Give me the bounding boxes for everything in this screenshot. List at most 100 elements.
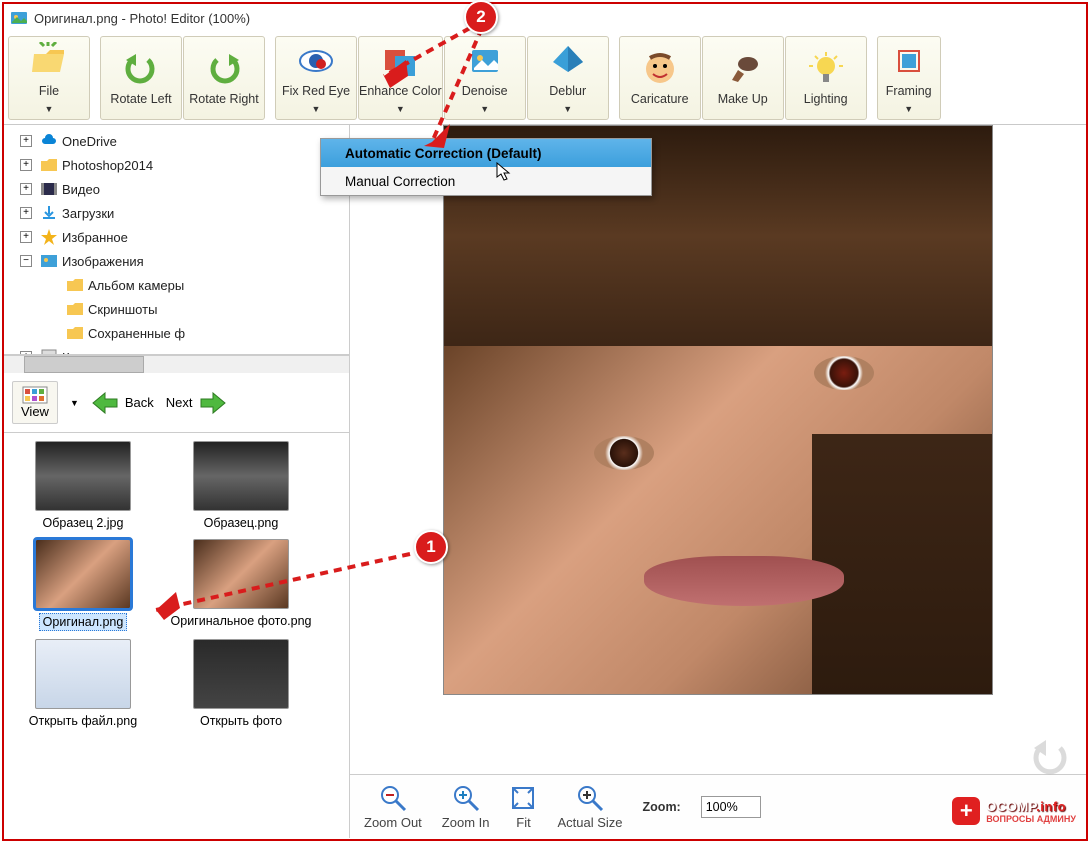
thumbnail-image <box>193 441 289 511</box>
tree-item[interactable]: + Видео <box>6 177 347 201</box>
tree-item[interactable]: + OneDrive <box>6 129 347 153</box>
thumbnail-image <box>193 639 289 709</box>
tree-label: Сохраненные ф <box>88 326 185 341</box>
rotate-left-button[interactable]: Rotate Left <box>100 36 182 120</box>
watermark: + OCOMP.info ВОПРОСЫ АДМИНУ <box>952 797 1076 825</box>
eye-icon <box>297 42 335 80</box>
tree-label: Видео <box>62 182 100 197</box>
thumbnail-item[interactable]: Оригинальное фото.png <box>166 539 316 631</box>
zoom-in-button[interactable]: Zoom In <box>442 784 490 830</box>
undo-icon <box>1028 736 1072 779</box>
image-canvas[interactable] <box>350 125 1086 774</box>
callout-badge-2: 2 <box>464 0 498 34</box>
tree-item[interactable]: + Photoshop2014 <box>6 153 347 177</box>
title-bar: Оригинал.png - Photo! Editor (100%) <box>4 4 1086 32</box>
thumbnail-item[interactable]: Открыть фото <box>166 639 316 729</box>
contacts-icon <box>40 348 58 355</box>
thumbnail-label: Оригинальное фото.png <box>168 613 315 629</box>
expander-icon[interactable]: + <box>20 207 32 219</box>
fix-red-eye-menu[interactable]: Automatic Correction (Default) Manual Co… <box>320 138 652 196</box>
chevron-down-icon: ▼ <box>45 104 54 114</box>
framing-icon <box>890 42 928 80</box>
lighting-button[interactable]: Lighting <box>785 36 867 120</box>
expander-icon[interactable]: + <box>20 351 32 355</box>
zoom-out-button[interactable]: Zoom Out <box>364 784 422 830</box>
tree-label: Photoshop2014 <box>62 158 153 173</box>
actual-size-button[interactable]: Actual Size <box>557 784 622 830</box>
tree-label: Изображения <box>62 254 144 269</box>
tree-item[interactable]: Скриншоты <box>6 297 347 321</box>
expander-icon[interactable]: + <box>20 135 32 147</box>
tree-label: OneDrive <box>62 134 117 149</box>
thumbnail-label: Открыть файл.png <box>26 713 140 729</box>
tree-item[interactable]: − Изображения <box>6 249 347 273</box>
cloud-icon <box>40 132 58 150</box>
file-button[interactable]: File ▼ <box>8 36 90 120</box>
cursor-icon <box>496 162 512 182</box>
deblur-button[interactable]: Deblur ▼ <box>527 36 609 120</box>
expander-icon[interactable]: + <box>20 231 32 243</box>
thumbnail-image <box>35 539 131 609</box>
expander-icon[interactable]: + <box>20 159 32 171</box>
thumbnails-icon <box>22 386 48 404</box>
tree-item[interactable]: + Контакты <box>6 345 347 355</box>
thumbnail-image <box>35 639 131 709</box>
tree-item[interactable]: + Загрузки <box>6 201 347 225</box>
tree-item[interactable]: Альбом камеры <box>6 273 347 297</box>
video-icon <box>40 180 58 198</box>
plus-icon: + <box>952 797 980 825</box>
arrow-left-icon <box>91 391 119 415</box>
thumbnail-image <box>35 441 131 511</box>
chevron-down-icon: ▼ <box>70 398 79 408</box>
menu-auto-correction[interactable]: Automatic Correction (Default) <box>321 139 651 167</box>
tree-item[interactable]: Сохраненные ф <box>6 321 347 345</box>
framing-button[interactable]: Framing ▼ <box>877 36 941 120</box>
folder-icon <box>66 276 84 294</box>
expander-icon[interactable]: + <box>20 183 32 195</box>
chevron-down-icon: ▼ <box>396 104 405 114</box>
preview-image <box>443 125 993 695</box>
callout-badge-1: 1 <box>414 530 448 564</box>
pictures-icon <box>40 252 58 270</box>
zoom-label: Zoom: <box>643 800 681 814</box>
caricature-button[interactable]: Caricature <box>619 36 701 120</box>
thumbnail-panel[interactable]: Образец 2.jpg Образец.png Оригинал.png Ориг… <box>4 433 349 838</box>
menu-manual-correction[interactable]: Manual Correction <box>321 167 651 195</box>
app-icon <box>10 9 28 27</box>
make-up-button[interactable]: Make Up <box>702 36 784 120</box>
enhance-color-button[interactable]: Enhance Color ▼ <box>358 36 443 120</box>
tree-item[interactable]: +Избранное <box>6 225 347 249</box>
thumbnail-item[interactable]: Образец.png <box>166 441 316 531</box>
tree-label: Контакты <box>62 350 118 356</box>
thumbnail-item[interactable]: Открыть файл.png <box>8 639 158 729</box>
tree-scrollbar[interactable] <box>4 355 349 373</box>
zoom-input[interactable] <box>701 796 761 818</box>
tree-label: Альбом камеры <box>88 278 184 293</box>
folder-open-icon <box>30 42 68 80</box>
folder-icon <box>66 300 84 318</box>
thumbnail-label: Оригинал.png <box>39 613 128 631</box>
back-button[interactable]: Back <box>91 391 154 415</box>
caricature-icon <box>641 50 679 88</box>
tree-label: Скриншоты <box>88 302 157 317</box>
thumbnail-label: Образец.png <box>201 515 282 531</box>
fix-red-eye-button[interactable]: Fix Red Eye ▼ <box>275 36 357 120</box>
rotate-left-icon <box>122 50 160 88</box>
fit-button[interactable]: Fit <box>509 784 537 830</box>
folder-tree[interactable]: +OneDrive+Photoshop2014+Видео+Загрузки+И… <box>4 125 349 355</box>
enhance-color-icon <box>381 42 419 80</box>
thumbnail-item[interactable]: Образец 2.jpg <box>8 441 158 531</box>
view-button[interactable]: View <box>12 381 58 424</box>
chevron-down-icon: ▼ <box>563 104 572 114</box>
lightbulb-icon <box>807 50 845 88</box>
denoise-button[interactable]: Denoise ▼ <box>444 36 526 120</box>
rotate-right-button[interactable]: Rotate Right <box>183 36 265 120</box>
next-button[interactable]: Next <box>166 391 227 415</box>
expander-icon[interactable]: − <box>20 255 32 267</box>
thumbnail-item[interactable]: Оригинал.png <box>8 539 158 631</box>
tree-label: Загрузки <box>62 206 114 221</box>
folder-icon <box>40 156 58 174</box>
toolbar: File ▼ Rotate Left Rotate Right Fix Red … <box>4 32 1086 125</box>
thumbnail-label: Образец 2.jpg <box>40 515 127 531</box>
chevron-down-icon: ▼ <box>312 104 321 114</box>
